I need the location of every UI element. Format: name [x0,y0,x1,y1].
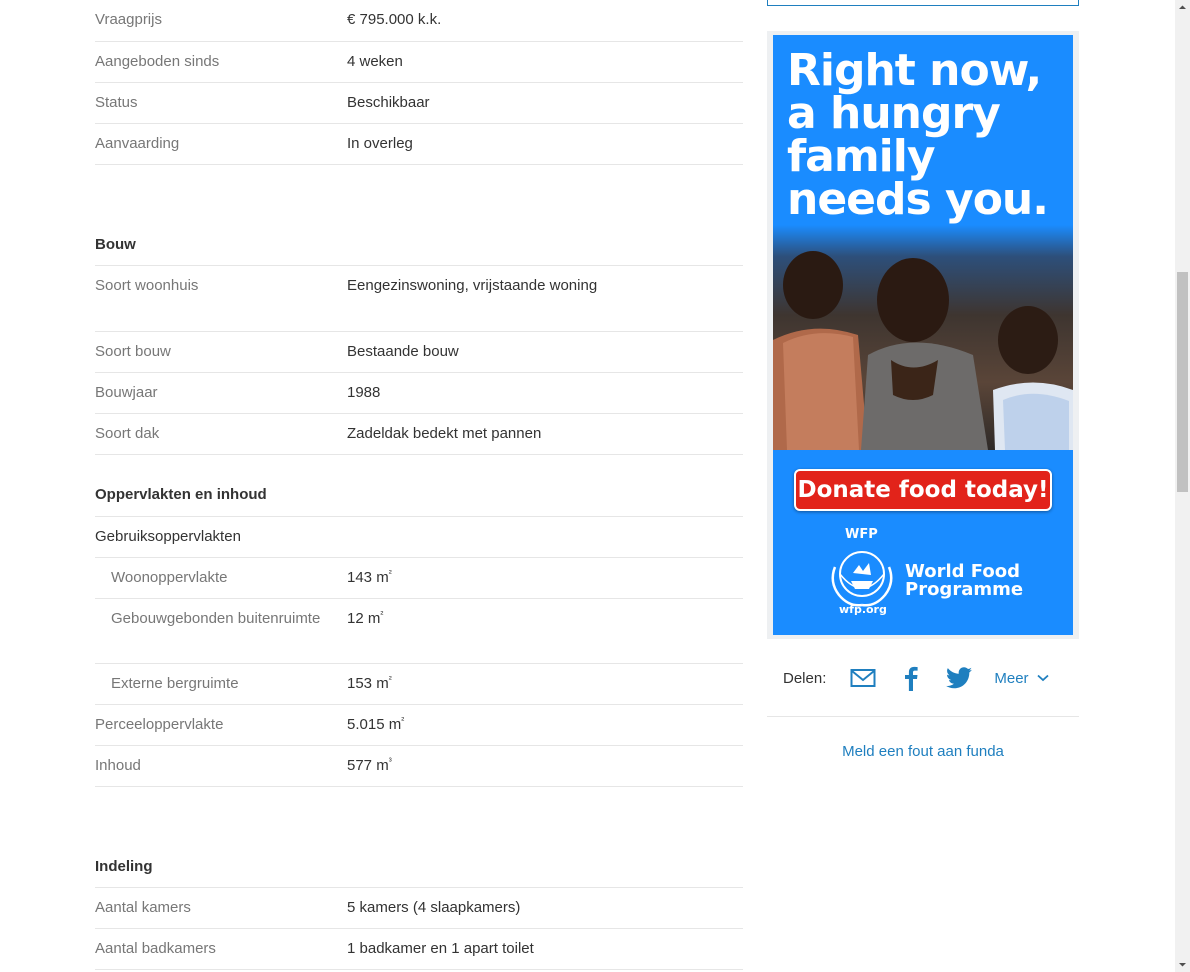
scroll-down-arrow-icon[interactable] [1175,957,1190,972]
feature-row: Bouwjaar 1988 [95,373,743,414]
feature-value: Beschikbaar [347,94,430,111]
facebook-icon[interactable] [898,665,924,691]
ad-donate-button[interactable]: Donate food today! [794,469,1052,511]
ad-wfp-url: wfp.org [839,603,887,616]
divider [767,716,1079,717]
feature-row: Aangeboden sinds 4 weken [95,42,743,83]
advertisement[interactable]: Right now, a hungry family needs you. Do… [767,31,1079,639]
chevron-down-icon [1036,674,1049,682]
feature-value: 4 weken [347,53,403,70]
feature-row: Externe bergruimte 153 m² [95,664,743,705]
feature-row: Aantal badkamers 1 badkamer en 1 apart t… [95,929,743,970]
feature-row: Soort dak Zadeldak bedekt met pannen [95,414,743,455]
feature-value: Zadeldak bedekt met pannen [347,425,542,442]
feature-label: Aanvaarding [95,135,180,152]
feature-row: Soort woonhuis Eengezinswoning, vrijstaa… [95,266,743,332]
share-more-button[interactable]: Meer [994,669,1049,687]
ad-banner[interactable]: Right now, a hungry family needs you. Do… [773,35,1073,635]
section-title-oppervlakten: Oppervlakten en inhoud [95,475,743,517]
feature-value: Bestaande bouw [347,343,459,360]
feature-label: Inhoud [95,757,141,774]
feature-value: 577 m³ [347,756,392,775]
feature-value: 153 m² [347,674,392,693]
feature-row: Woonoppervlakte 143 m² [95,558,743,599]
ad-photo-illustration [773,251,1073,450]
scrollbar[interactable] [1175,0,1190,972]
feature-value: 143 m² [347,568,392,587]
feature-value: 5.015 m² [347,715,405,734]
share-more-label: Meer [994,669,1029,687]
ad-photo [773,225,1073,450]
feature-label: Externe bergruimte [111,675,239,692]
feature-label: Soort bouw [95,343,171,360]
feature-label: Perceeloppervlakte [95,716,224,733]
ad-org-name: World Food Programme [905,561,1024,600]
report-error-link[interactable]: Meld een fout aan funda [767,743,1079,760]
ad-headline: Right now, a hungry family needs you. [787,45,1049,225]
feature-label: Aantal kamers [95,899,191,916]
feature-value: € 795.000 k.k. [347,11,442,28]
feature-label: Bouwjaar [95,384,158,401]
share-label: Delen: [783,669,827,687]
feature-value: 12 m² [347,609,384,628]
sidebar-box-bottom-edge [767,0,1079,6]
section-title-bouw: Bouw [95,225,743,266]
feature-label: Woonoppervlakte [111,569,228,586]
feature-subheading-label: Gebruiksoppervlakten [95,528,241,545]
feature-row: Aanvaarding In overleg [95,124,743,165]
feature-subheading: Gebruiksoppervlakten [95,517,743,558]
feature-label: Status [95,94,138,111]
feature-row: Soort bouw Bestaande bouw [95,332,743,373]
feature-value: In overleg [347,135,413,152]
feature-label: Aangeboden sinds [95,53,220,70]
feature-label: Soort dak [95,425,160,442]
mail-icon[interactable] [850,665,876,691]
section-title-indeling: Indeling [95,847,743,888]
feature-label: Gebouwgebonden buitenruimte [111,610,321,627]
feature-value: 1988 [347,384,381,401]
feature-label: Aantal badkamers [95,940,216,957]
feature-row: Inhoud 577 m³ [95,746,743,787]
feature-row: Aantal kamers 5 kamers (4 slaapkamers) [95,888,743,929]
share-bar: Delen: Meer [783,662,1079,694]
feature-row: Perceeloppervlakte 5.015 m² [95,705,743,746]
twitter-icon[interactable] [946,665,973,691]
feature-value: 1 badkamer en 1 apart toilet [347,940,534,957]
feature-value: 5 kamers (4 slaapkamers) [347,899,521,916]
feature-value: Eengezinswoning, vrijstaande woning [347,277,598,294]
feature-label: Soort woonhuis [95,277,199,294]
feature-label: Vraagprijs [95,11,162,28]
feature-row: Gebouwgebonden buitenruimte 12 m² [95,599,743,664]
feature-row: Vraagprijs € 795.000 k.k. [95,0,743,42]
scroll-up-arrow-icon[interactable] [1175,0,1190,15]
feature-row: Status Beschikbaar [95,83,743,124]
object-features: Vraagprijs € 795.000 k.k. Aangeboden sin… [95,0,743,970]
scrollbar-thumb[interactable] [1177,272,1188,492]
